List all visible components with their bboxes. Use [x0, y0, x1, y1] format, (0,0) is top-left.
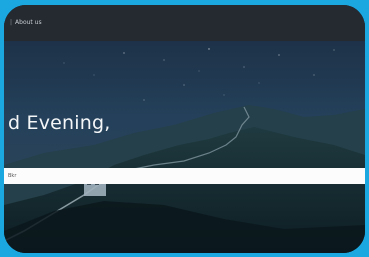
greeting-heading: d Evening, — [8, 112, 111, 134]
browser-window: | About us d Evening, Bkr — [4, 5, 365, 253]
nav-links: | About us — [10, 19, 42, 26]
nav-separator: | — [10, 19, 13, 26]
top-navigation-bar: | About us — [4, 5, 365, 41]
nav-link-about-us[interactable]: About us — [15, 19, 42, 26]
search-input[interactable]: Bkr — [4, 168, 365, 184]
